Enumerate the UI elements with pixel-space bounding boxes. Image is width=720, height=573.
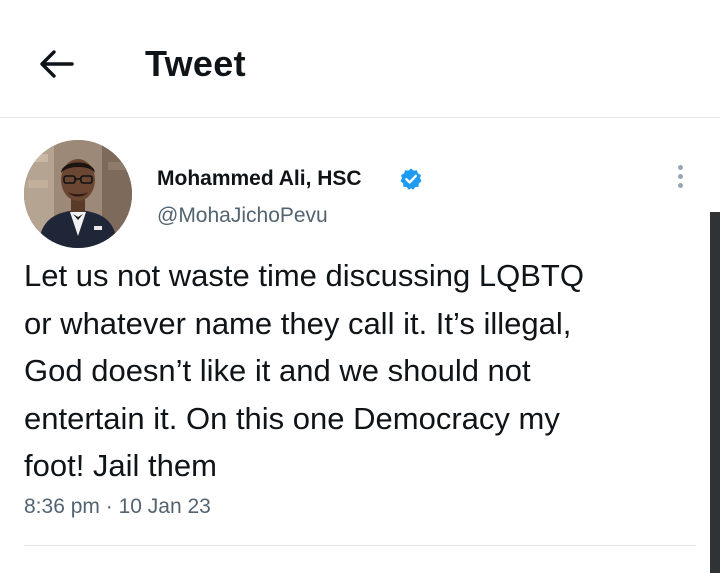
more-vertical-icon (677, 164, 683, 170)
tweet-timestamp[interactable]: 8:36 pm · 10 Jan 23 (24, 492, 211, 522)
divider (24, 545, 696, 546)
top-bar: Tweet (0, 0, 720, 118)
tweet-text: Let us not waste time discussing LQBTQ o… (24, 252, 704, 490)
back-button[interactable] (34, 42, 78, 86)
tweet-page: Tweet Mohammed Ali, HSC @MohaJichoPevu L… (0, 0, 720, 573)
meta-separator: · (105, 495, 113, 518)
tweet-time: 8:36 pm (24, 495, 100, 518)
avatar-photo (24, 140, 132, 248)
tweet-text-line: Let us not waste time discussing LQBTQ (24, 258, 584, 293)
avatar[interactable] (24, 140, 132, 248)
arrow-left-icon (40, 50, 74, 78)
page-title: Tweet (145, 43, 246, 84)
scrollbar[interactable] (710, 212, 720, 573)
more-options-button[interactable] (668, 158, 692, 194)
tweet-date: 10 Jan 23 (118, 495, 211, 518)
tweet-text-line: God doesn’t like it and we should not (24, 353, 531, 388)
author-handle[interactable]: @MohaJichoPevu (157, 201, 328, 231)
tweet-text-line: foot! Jail them (24, 448, 217, 483)
verified-badge-icon (400, 168, 422, 190)
tweet-text-line: or whatever name they call it. It’s ille… (24, 305, 572, 341)
tweet-text-line: entertain it. On this one Democracy my (24, 400, 560, 436)
author-name[interactable]: Mohammed Ali, HSC (157, 164, 362, 194)
